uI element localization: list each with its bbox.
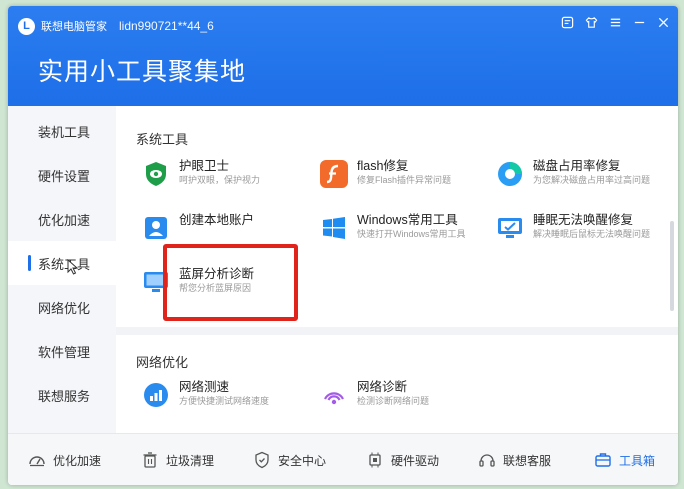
- tool-name: 护眼卫士: [179, 159, 230, 173]
- mouse-pointer-icon: [67, 259, 79, 275]
- tool-flash-repair[interactable]: flash修复 修复Flash插件异常问题: [320, 158, 490, 188]
- minimize-icon[interactable]: [632, 15, 646, 29]
- toolbox-icon: [595, 453, 611, 467]
- tool-name: 创建本地账户: [179, 213, 255, 227]
- tool-name: 睡眠无法唤醒修复: [533, 213, 634, 227]
- sidebar: 装机工具 硬件设置 优化加速 系统工具 网络优化 软件管理 联想服务: [8, 106, 116, 433]
- message-icon[interactable]: [560, 15, 574, 29]
- sidebar-item-lenovo-service[interactable]: 联想服务: [8, 373, 116, 417]
- bottom-item-label: 硬件驱动: [391, 453, 440, 468]
- tool-desc: 呵护双眼，保护视力: [179, 175, 261, 185]
- tool-desc: 快速打开Windows常用工具: [357, 229, 466, 239]
- close-icon[interactable]: [656, 15, 670, 29]
- app-logo-icon: L: [18, 17, 35, 35]
- sidebar-item-network[interactable]: 网络优化: [8, 285, 116, 329]
- bottom-item-security[interactable]: 安全中心: [253, 434, 326, 485]
- menu-icon[interactable]: [608, 15, 622, 29]
- tool-disk-usage-repair[interactable]: 磁盘占用率修复 为您解决磁盘占用率过高问题: [496, 158, 666, 188]
- tool-desc: 检测诊断网络问题: [357, 396, 430, 406]
- disk-usage-icon: [496, 160, 524, 188]
- speed-test-icon: [142, 381, 170, 409]
- chip-icon: [369, 452, 381, 468]
- trash-icon: [143, 452, 157, 468]
- sidebar-item-label: 装机工具: [38, 124, 91, 140]
- bottom-item-toolbox[interactable]: 工具箱: [594, 434, 655, 485]
- tool-create-local-account[interactable]: 创建本地账户: [142, 212, 312, 242]
- tool-desc: 为您解决磁盘占用率过高问题: [533, 175, 651, 185]
- tool-name: 网络测速: [179, 380, 230, 394]
- bottom-item-label: 联想客服: [503, 453, 552, 468]
- section-title-system-tools: 系统工具: [136, 132, 189, 147]
- sleep-monitor-icon: [496, 214, 524, 242]
- flash-icon: [320, 160, 348, 188]
- windows-icon: [320, 214, 348, 242]
- tool-desc: 修复Flash插件异常问题: [357, 175, 452, 185]
- section-divider: [116, 327, 678, 335]
- bottom-item-label: 垃圾清理: [166, 453, 215, 468]
- tool-name: flash修复: [357, 159, 409, 173]
- titlebar: L 联想电脑管家 lidn990721**44_6: [18, 16, 214, 36]
- tool-network-diagnose[interactable]: 网络诊断 检测诊断网络问题: [320, 379, 490, 409]
- bottom-item-optimize[interactable]: 优化加速: [28, 434, 101, 485]
- sidebar-item-optimize[interactable]: 优化加速: [8, 197, 116, 241]
- shield-icon: [255, 451, 269, 469]
- sidebar-item-install-tools[interactable]: 装机工具: [8, 109, 116, 153]
- scrollbar[interactable]: [670, 221, 674, 311]
- headset-icon: [479, 454, 495, 467]
- sidebar-item-label: 软件管理: [38, 344, 91, 360]
- main-window: L 联想电脑管家 lidn990721**44_6 实用小工具聚集地 装机工具: [8, 6, 678, 485]
- bottom-item-label: 优化加速: [53, 453, 102, 468]
- sidebar-item-label: 联想服务: [38, 388, 91, 404]
- speedometer-icon: [29, 456, 45, 467]
- tool-eye-guard[interactable]: 护眼卫士 呵护双眼，保护视力: [142, 158, 312, 188]
- bottom-item-label: 安全中心: [278, 453, 327, 468]
- header: L 联想电脑管家 lidn990721**44_6 实用小工具聚集地: [8, 6, 678, 106]
- sidebar-item-label: 系统工具: [38, 256, 91, 272]
- bottom-item-label: 工具箱: [619, 453, 656, 468]
- sidebar-item-label: 网络优化: [38, 300, 91, 316]
- tool-name: Windows常用工具: [357, 213, 458, 227]
- account-name[interactable]: lidn990721**44_6: [119, 19, 214, 33]
- bottom-item-drivers[interactable]: 硬件驱动: [366, 434, 439, 485]
- tool-speed-test[interactable]: 网络测速 方便快捷测试网络速度: [142, 379, 312, 409]
- window-controls: [560, 15, 670, 29]
- tool-sleep-wake-repair[interactable]: 睡眠无法唤醒修复 解决睡眠后鼠标无法唤醒问题: [496, 212, 666, 242]
- shield-eye-icon: [142, 160, 170, 188]
- tool-name: 网络诊断: [357, 380, 408, 394]
- local-account-icon: [142, 214, 170, 242]
- sidebar-item-hardware-settings[interactable]: 硬件设置: [8, 153, 116, 197]
- sidebar-item-system-tools[interactable]: 系统工具: [8, 241, 116, 285]
- network-diagnose-icon: [320, 381, 348, 409]
- tool-windows-common[interactable]: Windows常用工具 快速打开Windows常用工具: [320, 212, 490, 242]
- section-title-network: 网络优化: [136, 355, 189, 370]
- tool-name: 磁盘占用率修复: [533, 159, 621, 173]
- bottom-item-support[interactable]: 联想客服: [478, 434, 551, 485]
- sidebar-item-label: 硬件设置: [38, 168, 91, 184]
- sidebar-item-software[interactable]: 软件管理: [8, 329, 116, 373]
- bottom-item-cleanup[interactable]: 垃圾清理: [141, 434, 214, 485]
- tool-desc: 解决睡眠后鼠标无法唤醒问题: [533, 229, 651, 239]
- sidebar-item-label: 优化加速: [38, 212, 91, 228]
- bottom-toolbar: 优化加速 垃圾清理 安全中心 硬件驱动 联想客服 工具箱: [8, 433, 678, 485]
- highlight-annotation-box: [163, 244, 298, 321]
- page-title: 实用小工具聚集地: [38, 58, 247, 86]
- shirt-skin-icon[interactable]: [584, 15, 598, 29]
- tool-desc: 方便快捷测试网络速度: [179, 396, 270, 406]
- app-name: 联想电脑管家: [41, 21, 107, 33]
